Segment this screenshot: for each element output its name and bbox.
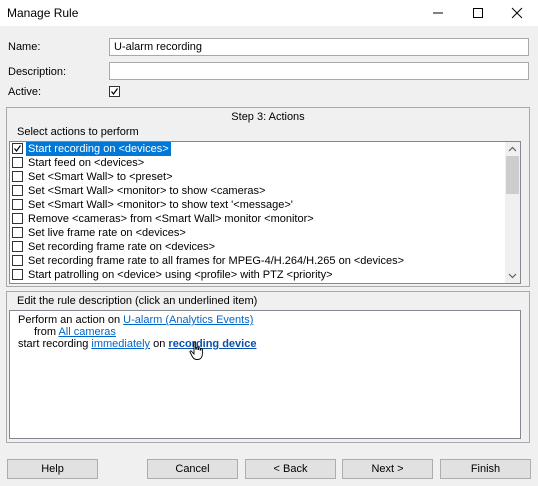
- action-checkbox[interactable]: [12, 199, 23, 210]
- list-item[interactable]: Remove <cameras> from <Smart Wall> monit…: [10, 212, 506, 226]
- list-item[interactable]: Start recording on <devices>: [10, 142, 506, 156]
- description-label: Description:: [8, 66, 67, 78]
- list-item[interactable]: Set <Smart Wall> <monitor> to show text …: [10, 198, 506, 212]
- rule-description-box: Perform an action on U-alarm (Analytics …: [9, 310, 521, 439]
- action-checkbox[interactable]: [12, 143, 23, 154]
- name-label: Name:: [8, 41, 41, 53]
- checkmark-icon: [111, 88, 118, 95]
- help-button[interactable]: Help: [7, 459, 98, 479]
- description-line-action: start recording immediately on recording…: [18, 337, 256, 351]
- close-button[interactable]: [496, 0, 538, 26]
- action-label[interactable]: Set <Smart Wall> <monitor> to show <came…: [26, 184, 267, 198]
- minimize-icon: [433, 12, 443, 14]
- action-checkbox[interactable]: [12, 241, 23, 252]
- next-button[interactable]: Next >: [342, 459, 433, 479]
- checkmark-icon: [14, 145, 21, 152]
- action-checkbox[interactable]: [12, 213, 23, 224]
- list-scrollbar[interactable]: [505, 142, 520, 283]
- event-link[interactable]: U-alarm (Analytics Events): [123, 314, 253, 326]
- maximize-button[interactable]: [457, 0, 499, 26]
- minimize-button[interactable]: [417, 0, 459, 26]
- list-item[interactable]: Start patrolling on <device> using <prof…: [10, 268, 506, 282]
- scroll-thumb[interactable]: [506, 156, 519, 194]
- back-button[interactable]: < Back: [245, 459, 336, 479]
- action-checkbox[interactable]: [12, 227, 23, 238]
- recording-device-link[interactable]: recording device: [168, 338, 256, 350]
- actions-list[interactable]: Start recording on <devices> Start feed …: [9, 141, 521, 284]
- action-label[interactable]: Start feed on <devices>: [26, 156, 146, 170]
- list-item[interactable]: Set <Smart Wall> <monitor> to show <came…: [10, 184, 506, 198]
- hand-cursor-icon: [189, 341, 203, 360]
- cancel-button[interactable]: Cancel: [147, 459, 238, 479]
- timing-link[interactable]: immediately: [91, 338, 150, 350]
- list-item[interactable]: Start feed on <devices>: [10, 156, 506, 170]
- description-text: start recording: [18, 338, 92, 350]
- window-title: Manage Rule: [7, 6, 79, 20]
- active-checkbox[interactable]: [109, 86, 120, 97]
- action-label[interactable]: Start patrolling on <device> using <prof…: [26, 268, 335, 282]
- action-label[interactable]: Set recording frame rate to all frames f…: [26, 254, 406, 268]
- action-label[interactable]: Start recording on <devices>: [26, 142, 171, 156]
- action-label[interactable]: Set recording frame rate on <devices>: [26, 240, 217, 254]
- list-item[interactable]: Set <Smart Wall> to <preset>: [10, 170, 506, 184]
- action-checkbox[interactable]: [12, 255, 23, 266]
- scroll-up-icon[interactable]: [508, 146, 517, 152]
- close-icon: [511, 7, 523, 19]
- action-checkbox[interactable]: [12, 269, 23, 280]
- action-label[interactable]: Set live frame rate on <devices>: [26, 226, 188, 240]
- description-text: on: [150, 338, 169, 350]
- action-checkbox[interactable]: [12, 171, 23, 182]
- step-title: Step 3: Actions: [231, 111, 305, 123]
- finish-button[interactable]: Finish: [440, 459, 531, 479]
- actions-prompt: Select actions to perform: [17, 126, 139, 138]
- action-label[interactable]: Remove <cameras> from <Smart Wall> monit…: [26, 212, 316, 226]
- scroll-down-icon[interactable]: [508, 273, 517, 279]
- title-bar: Manage Rule: [0, 0, 538, 26]
- list-item[interactable]: Set recording frame rate to all frames f…: [10, 254, 506, 268]
- name-field[interactable]: U-alarm recording: [109, 38, 529, 56]
- description-prompt: Edit the rule description (click an unde…: [17, 295, 258, 307]
- description-field[interactable]: [109, 62, 529, 80]
- maximize-icon: [473, 8, 483, 18]
- list-item[interactable]: Set recording frame rate on <devices>: [10, 240, 506, 254]
- active-label: Active:: [8, 86, 42, 98]
- list-item[interactable]: Set live frame rate on <devices>: [10, 226, 506, 240]
- action-label[interactable]: Set <Smart Wall> <monitor> to show text …: [26, 198, 295, 212]
- action-checkbox[interactable]: [12, 157, 23, 168]
- action-checkbox[interactable]: [12, 185, 23, 196]
- action-label[interactable]: Set <Smart Wall> to <preset>: [26, 170, 175, 184]
